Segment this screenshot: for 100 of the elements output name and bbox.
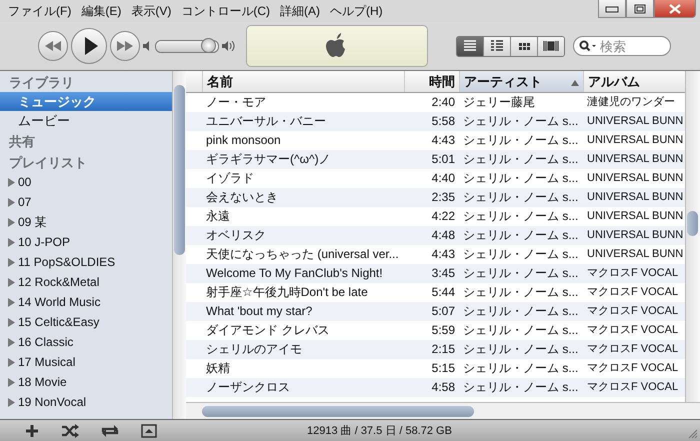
playlist-label: 07 — [18, 194, 32, 210]
table-cell-text: pink monsoon — [205, 132, 282, 149]
triangle-icon — [7, 398, 16, 406]
table-cell-text: UNIVERSAL BUNN — [586, 133, 684, 148]
table-cell-text: シェリル・ノーム s... — [462, 227, 580, 244]
table-cell-text: UNIVERSAL BUNN — [586, 209, 684, 224]
playlist-folder[interactable]: 00 — [0, 172, 172, 192]
table-cell-text: 4:43 — [430, 132, 456, 149]
playlist-label: 11 PopS&OLDIES — [18, 254, 116, 270]
table-cell-text: Welcome To My FanClub's Night! — [205, 265, 384, 282]
horizontal-scrollbar[interactable] — [186, 402, 700, 419]
table-cell-text: UNIVERSAL BUNN — [586, 152, 684, 167]
close-button[interactable] — [654, 0, 696, 18]
table-cell-text: シェリル・ノーム s... — [462, 360, 580, 377]
resize-grip-icon[interactable] — [688, 429, 698, 439]
maximize-button[interactable] — [626, 0, 654, 18]
grouped-view-button[interactable] — [483, 36, 510, 56]
shuffle-icon[interactable] — [61, 424, 79, 438]
speaker-high-icon — [222, 41, 235, 51]
table-cell-text: マクロスF VOCAL — [586, 342, 680, 357]
table-cell-text: 5:59 — [430, 322, 456, 339]
playlist-folder[interactable]: 10 J-POP — [0, 232, 172, 252]
minimize-button[interactable] — [598, 0, 626, 18]
next-button[interactable] — [110, 31, 140, 61]
menu-item[interactable]: 編集(E) — [81, 3, 122, 20]
table-cell-text: シェリルのアイモ — [205, 341, 303, 358]
menu-item[interactable]: 表示(V) — [131, 3, 172, 20]
table-cell-text: What 'bout my star? — [205, 303, 314, 320]
playlist-label: 09 某 — [18, 214, 47, 230]
triangle-icon — [7, 258, 16, 266]
menu-item[interactable]: ヘルプ(H) — [330, 3, 383, 20]
play-icon — [84, 37, 98, 55]
table-cell-text: ノー・モア — [205, 94, 267, 111]
grid-view-button[interactable] — [510, 36, 537, 56]
menu-item[interactable]: コントロール(C) — [181, 3, 270, 20]
table-cell-text: UNIVERSAL BUNN — [586, 247, 684, 262]
sidebar-heading: ライブラリ — [8, 74, 75, 92]
playlist-folder[interactable]: 18 Movie — [0, 372, 172, 392]
table-cell-text: 5:58 — [430, 113, 456, 130]
volume-knob[interactable] — [201, 38, 216, 52]
table-cell-text: マクロスF VOCAL — [586, 304, 680, 319]
triangle-icon — [7, 298, 16, 306]
playlist-folder[interactable]: 11 PopS&OLDIES — [0, 252, 172, 272]
play-button[interactable] — [71, 28, 107, 64]
triangle-icon — [7, 218, 16, 226]
playlist-folder[interactable]: 14 World Music — [0, 292, 172, 312]
artwork-toggle-icon[interactable] — [141, 424, 157, 438]
table-scrollbar[interactable] — [685, 71, 700, 402]
cover-flow-button[interactable] — [537, 36, 564, 56]
playlist-folder[interactable]: 16 Classic — [0, 332, 172, 352]
sidebar-item[interactable]: ミュージック — [0, 92, 172, 111]
playlist-label: 12 Rock&Metal — [18, 274, 100, 290]
table-cell-text: 4:40 — [430, 170, 456, 187]
table-cell-text: シェリル・ノーム s... — [462, 113, 580, 130]
triangle-icon — [7, 278, 16, 286]
column-header[interactable]: アーティスト — [459, 71, 583, 92]
table-cell-text: 2:35 — [430, 189, 456, 206]
sort-arrow-icon — [571, 80, 579, 86]
table-cell-text: シェリル・ノーム s... — [462, 303, 580, 320]
triangle-icon — [7, 238, 16, 246]
sidebar-heading: 共有 — [8, 133, 36, 151]
playlist-folder[interactable]: 17 Musical — [0, 352, 172, 372]
playlist-folder[interactable]: 07 — [0, 192, 172, 212]
search-field[interactable]: 検索 — [573, 36, 671, 56]
lines-icon — [462, 39, 478, 53]
volume-slider[interactable] — [155, 40, 219, 52]
playlist-folder[interactable]: 19 NonVocal — [0, 392, 172, 412]
column-header[interactable]: アルバム — [583, 71, 684, 92]
menu-item[interactable]: 詳細(A) — [280, 3, 320, 20]
triangle-icon — [7, 318, 16, 326]
playlist-folder[interactable]: 15 Celtic&Easy — [0, 312, 172, 332]
table-cell-text: ノーザンクロス — [205, 379, 291, 396]
playlist-label: 16 Classic — [18, 334, 74, 350]
playlist-folder[interactable]: 12 Rock&Metal — [0, 272, 172, 292]
playlist-label: 14 World Music — [18, 294, 100, 310]
triangle-icon — [7, 338, 16, 346]
close-icon — [668, 4, 682, 14]
maximize-icon — [634, 4, 646, 14]
playlist-folder[interactable]: 09 某 — [0, 212, 172, 232]
table-cell-text: シェリル・ノーム s... — [462, 379, 580, 396]
table-cell-text: 4:48 — [430, 227, 456, 244]
table-cell-text: シェリル・ノーム s... — [462, 265, 580, 282]
column-header[interactable]: 名前 — [202, 71, 404, 92]
add-icon[interactable] — [25, 424, 39, 438]
sidebar-item[interactable]: ムービー — [0, 111, 172, 130]
table-cell-text: 5:07 — [430, 303, 456, 320]
repeat-icon[interactable] — [101, 424, 119, 438]
table-cell-text: ユニバーサル・バニー — [205, 113, 327, 130]
triangle-icon — [7, 178, 16, 186]
sidebar-scrollbar[interactable] — [172, 71, 186, 419]
table-cell-text: 5:44 — [430, 284, 456, 301]
list-view-button[interactable] — [457, 36, 483, 56]
triangle-icon — [7, 378, 16, 386]
table-cell-text: ギラギラサマー(^ω^)ノ — [205, 151, 332, 168]
table-cell-text: イゾラド — [205, 170, 255, 187]
table-cell-text: 4:43 — [430, 246, 456, 263]
menu-item[interactable]: ファイル(F) — [8, 3, 72, 20]
fast-forward-icon — [117, 41, 133, 51]
table-cell-text: UNIVERSAL BUNN — [586, 114, 684, 129]
previous-button[interactable] — [38, 31, 68, 61]
